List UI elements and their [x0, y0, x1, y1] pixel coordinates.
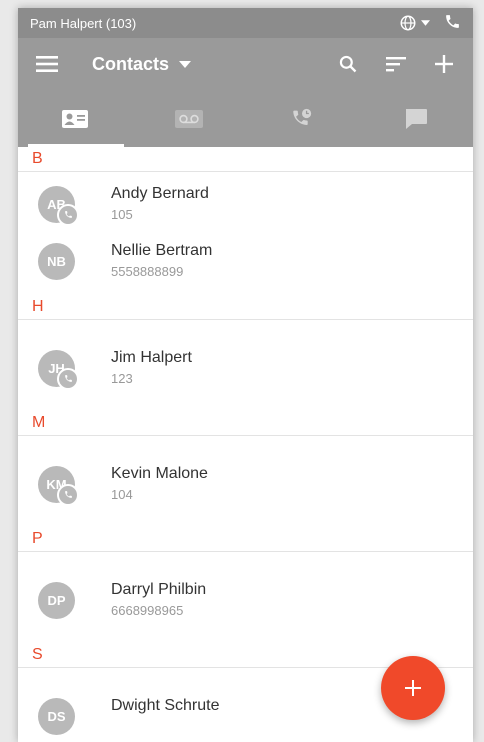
contact-info: Nellie Bertram 5558888899	[111, 241, 212, 281]
contact-name: Kevin Malone	[111, 465, 208, 482]
contact-row[interactable]: KM Kevin Malone 104	[18, 456, 473, 512]
contact-number: 104	[111, 487, 133, 502]
search-icon[interactable]	[331, 47, 365, 81]
contact-number: 5558888899	[111, 264, 184, 279]
globe-icon[interactable]	[399, 14, 430, 32]
contact-info: Kevin Malone 104	[111, 464, 208, 504]
contact-info: Darryl Philbin 6668998965	[111, 580, 206, 620]
avatar: DP	[38, 581, 75, 619]
call-history-icon	[293, 108, 312, 125]
contact-list: B AB Andy Bernard 105 NB Nellie Bertram …	[18, 147, 473, 742]
phone-status-icon[interactable]	[444, 13, 461, 33]
page-title: Contacts	[92, 53, 170, 74]
contact-name: Dwight Schrute	[111, 697, 220, 714]
avatar: KM	[38, 465, 79, 506]
contact-number: 105	[111, 207, 133, 222]
add-icon[interactable]	[427, 47, 461, 81]
avatar: DS	[38, 697, 75, 735]
section-header-h: H	[18, 295, 473, 320]
contact-name: Jim Halpert	[111, 349, 192, 366]
status-bar: Pam Halpert (103)	[18, 8, 473, 38]
plus-icon	[405, 680, 421, 696]
contact-info: Jim Halpert 123	[111, 348, 192, 388]
chevron-down-icon	[421, 20, 430, 26]
section-header-m: M	[18, 411, 473, 436]
contact-name: Nellie Bertram	[111, 242, 213, 259]
chevron-down-icon	[179, 60, 192, 68]
contact-row[interactable]: JH Jim Halpert 123	[18, 340, 473, 396]
contact-number: 123	[111, 371, 133, 386]
chat-icon	[406, 108, 428, 129]
avatar: NB	[38, 242, 75, 280]
contact-row[interactable]: DP Darryl Philbin 6668998965	[18, 572, 473, 628]
sort-icon[interactable]	[379, 47, 413, 81]
phone-badge-icon	[57, 483, 79, 506]
app-window: Pam Halpert (103) Contacts B AB Andy Ber…	[18, 8, 473, 742]
tab-chat[interactable]	[359, 90, 473, 147]
contact-card-icon	[61, 109, 88, 128]
avatar: JH	[38, 349, 79, 390]
app-toolbar: Contacts	[18, 38, 473, 90]
contact-name: Darryl Philbin	[111, 581, 207, 598]
tab-bar	[18, 90, 473, 147]
current-user[interactable]: Pam Halpert (103)	[30, 16, 399, 31]
view-selector[interactable]: Contacts	[92, 53, 192, 75]
phone-badge-icon	[57, 203, 79, 226]
tab-call-history[interactable]	[246, 90, 360, 147]
contact-number: 6668998965	[111, 603, 184, 618]
voicemail-icon	[174, 109, 203, 128]
contact-info: Andy Bernard 105	[111, 184, 209, 224]
section-header-b: B	[18, 147, 473, 172]
section-header-p: P	[18, 527, 473, 552]
phone-badge-icon	[57, 367, 79, 390]
add-contact-button[interactable]	[381, 656, 445, 720]
tab-contacts[interactable]	[18, 90, 132, 147]
contact-row[interactable]: NB Nellie Bertram 5558888899	[18, 233, 473, 289]
contact-row[interactable]: AB Andy Bernard 105	[18, 176, 473, 232]
menu-icon[interactable]	[30, 47, 64, 81]
contact-info: Dwight Schrute	[111, 696, 220, 716]
avatar: AB	[38, 185, 79, 226]
contact-name: Andy Bernard	[111, 185, 209, 202]
tab-voicemail[interactable]	[132, 90, 246, 147]
